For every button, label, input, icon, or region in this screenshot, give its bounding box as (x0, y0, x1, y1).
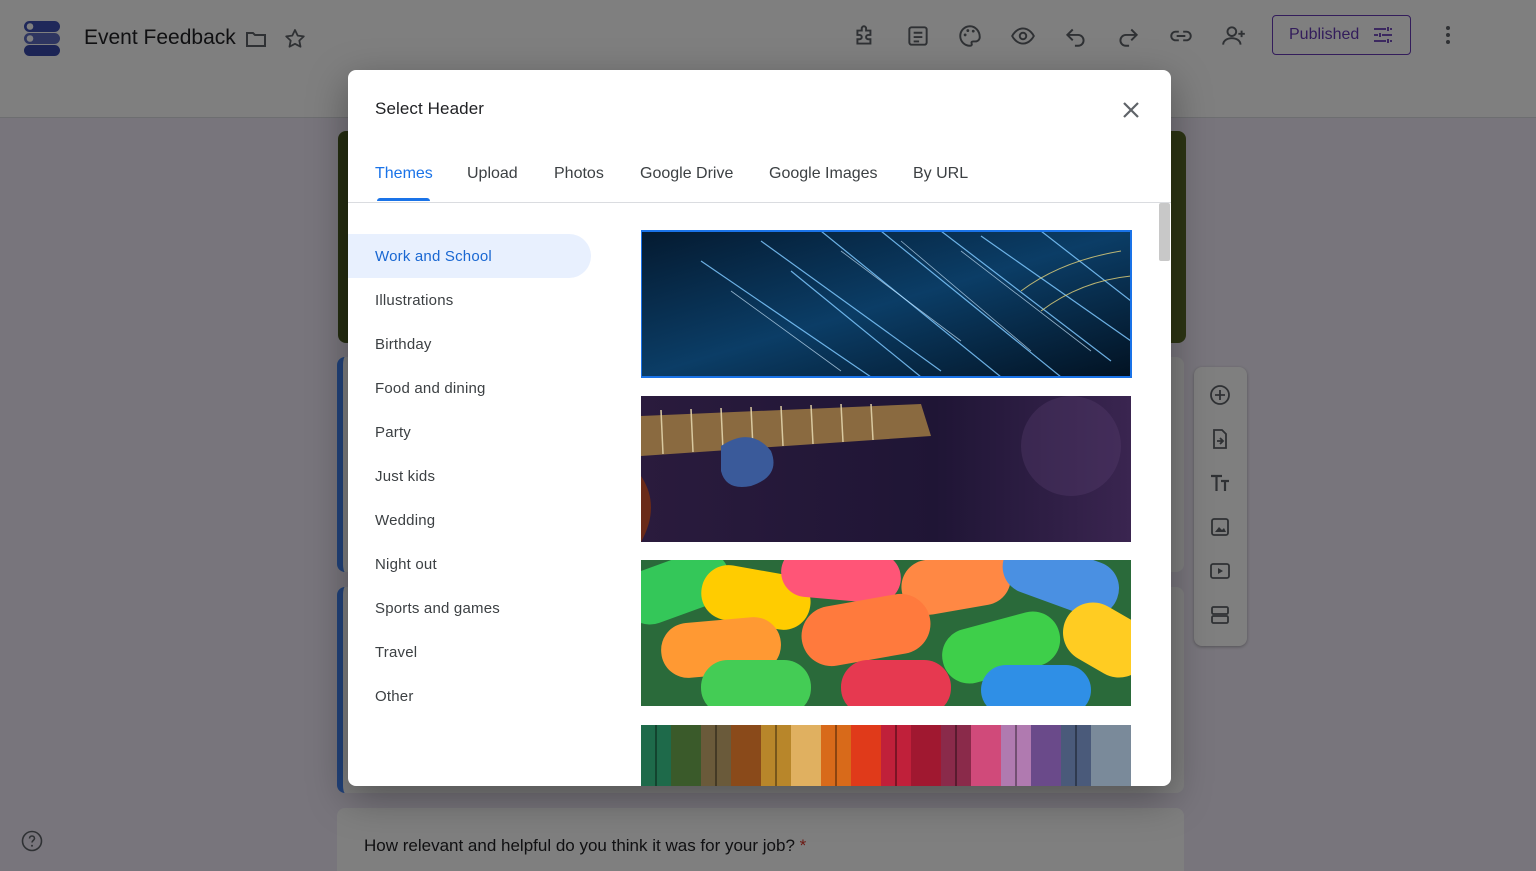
candy-image (641, 560, 1131, 706)
theme-image-yarn[interactable] (641, 725, 1131, 786)
dialog-title: Select Header (375, 99, 485, 118)
category-other[interactable]: Other (348, 674, 591, 718)
fiber-optics-image (641, 231, 1131, 377)
category-illustrations[interactable]: Illustrations (348, 278, 591, 322)
category-birthday[interactable]: Birthday (348, 322, 591, 366)
category-work-and-school[interactable]: Work and School (348, 234, 591, 278)
tab-upload[interactable]: Upload (467, 165, 518, 203)
theme-image-fiber-optics[interactable] (641, 230, 1132, 378)
category-party[interactable]: Party (348, 410, 591, 454)
tab-bar: Themes Upload Photos Google Drive Google… (348, 152, 1171, 203)
close-icon[interactable] (1119, 98, 1143, 122)
category-food-and-dining[interactable]: Food and dining (348, 366, 591, 410)
active-tab-indicator (377, 198, 430, 201)
theme-category-list: Work and School Illustrations Birthday F… (348, 234, 593, 718)
category-wedding[interactable]: Wedding (348, 498, 591, 542)
tab-google-images[interactable]: Google Images (769, 165, 878, 203)
category-night-out[interactable]: Night out (348, 542, 591, 586)
scrollbar-thumb[interactable] (1159, 203, 1170, 261)
gallery-scrollbar[interactable] (1159, 203, 1171, 786)
theme-image-candy[interactable] (641, 560, 1131, 706)
yarn-image (641, 725, 1131, 786)
tab-by-url[interactable]: By URL (913, 165, 968, 203)
theme-image-gallery (641, 230, 1133, 786)
select-header-dialog: Select Header Themes Upload Photos Googl… (348, 70, 1171, 786)
guitar-image (641, 396, 1131, 542)
tab-photos[interactable]: Photos (554, 165, 604, 203)
theme-image-guitar[interactable] (641, 396, 1131, 542)
category-sports-and-games[interactable]: Sports and games (348, 586, 591, 630)
tab-google-drive[interactable]: Google Drive (640, 165, 733, 203)
category-just-kids[interactable]: Just kids (348, 454, 591, 498)
category-travel[interactable]: Travel (348, 630, 591, 674)
